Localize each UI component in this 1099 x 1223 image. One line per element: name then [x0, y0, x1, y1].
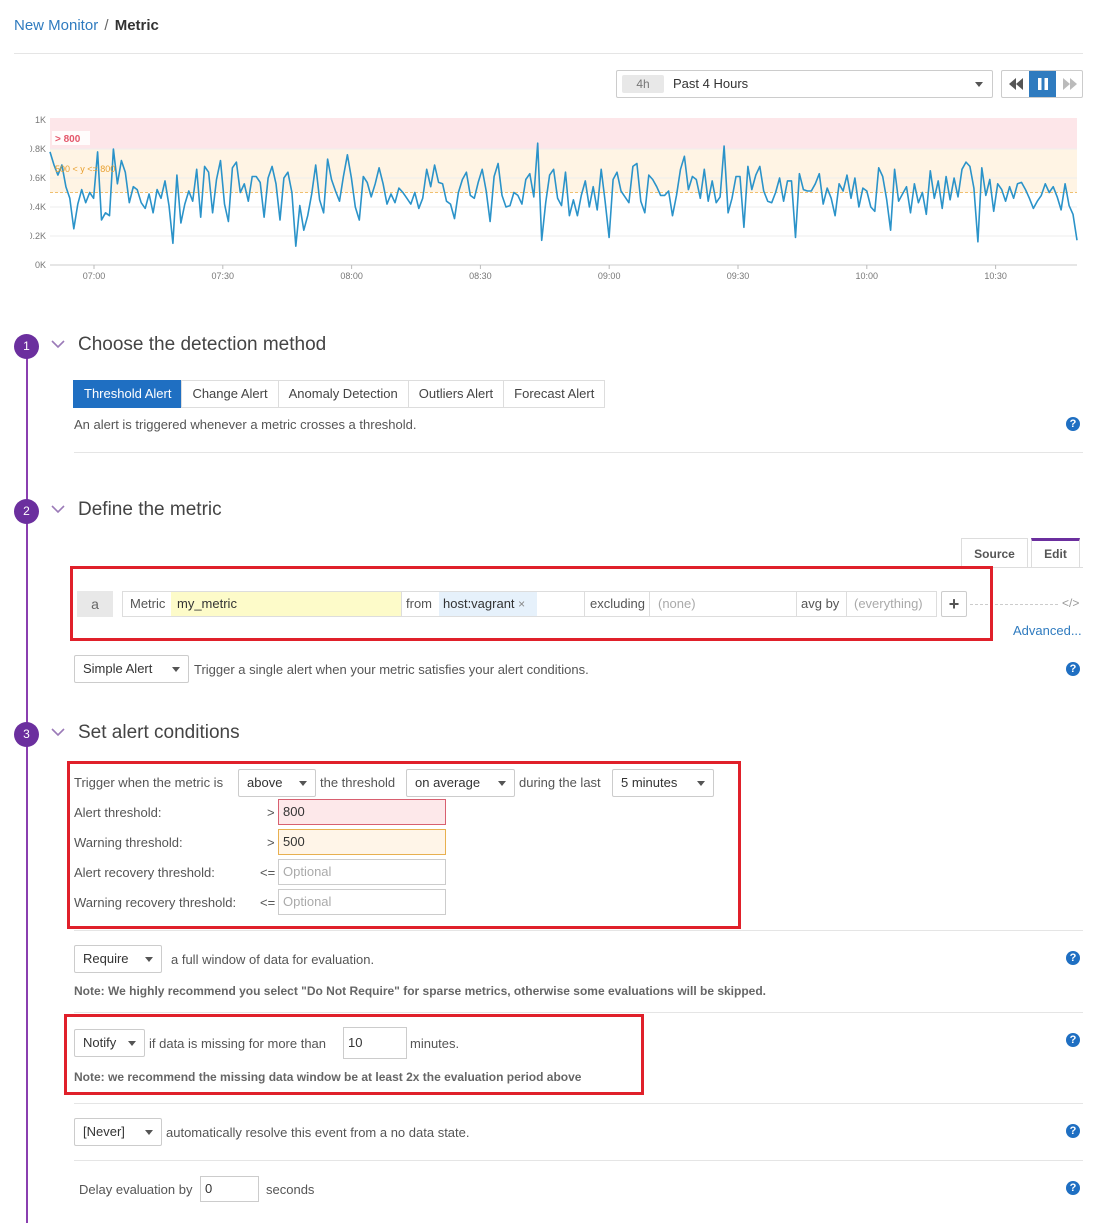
time-range-label: Past 4 Hours: [673, 76, 749, 91]
x-tick-label: 08:30: [469, 271, 492, 281]
step-1-badge: 1: [14, 334, 39, 359]
tab-anomaly-detection[interactable]: Anomaly Detection: [277, 380, 409, 408]
detection-method-description: An alert is triggered whenever a metric …: [74, 417, 417, 432]
require-data-select[interactable]: Require: [74, 945, 162, 973]
highlight-box-conditions: [67, 761, 741, 929]
alert-type-description: Trigger a single alert when your metric …: [194, 662, 589, 677]
delay-label: Delay evaluation by: [79, 1182, 193, 1197]
y-tick-label: 0K: [35, 260, 46, 270]
chevron-down-icon: [975, 82, 983, 87]
breadcrumb-link-new-monitor[interactable]: New Monitor: [14, 17, 98, 34]
alert-threshold-band: [50, 118, 1077, 149]
advanced-link[interactable]: Advanced...: [1013, 623, 1082, 638]
pause-button[interactable]: [1029, 71, 1056, 97]
delay-unit: seconds: [266, 1182, 315, 1197]
alert-type-select[interactable]: Simple Alert: [74, 655, 189, 683]
metric-chart: 1K 0.8K 0.6K 0.4K 0.2K 0K 07:00 07:30 08:00 08:30…: [30, 115, 1078, 281]
help-icon[interactable]: ?: [1066, 417, 1080, 431]
rewind-icon: [1008, 78, 1023, 90]
delay-seconds-input[interactable]: 0: [200, 1176, 259, 1202]
tab-forecast-alert[interactable]: Forecast Alert: [503, 380, 606, 408]
help-icon[interactable]: ?: [1066, 1033, 1080, 1047]
y-tick-label: 1K: [35, 115, 46, 125]
require-data-description: a full window of data for evaluation.: [171, 952, 375, 967]
code-icon[interactable]: </>: [1062, 596, 1079, 610]
highlight-box-metric: [70, 566, 993, 641]
header-divider: [14, 53, 1083, 54]
step-2-badge: 2: [14, 499, 39, 524]
help-icon[interactable]: ?: [1066, 1124, 1080, 1138]
time-range-badge: 4h: [622, 75, 664, 93]
divider: [74, 930, 1083, 931]
help-icon[interactable]: ?: [1066, 662, 1080, 676]
divider: [74, 1103, 1083, 1104]
warning-threshold-label: 500 < y <= 800: [55, 164, 115, 174]
auto-resolve-select[interactable]: [Never]: [74, 1118, 162, 1146]
pause-icon: [1037, 78, 1048, 90]
y-tick-label: 0.4K: [30, 202, 46, 212]
chevron-down-icon: [172, 667, 180, 672]
divider: [74, 1012, 1083, 1013]
y-tick-label: 0.2K: [30, 231, 46, 241]
step-2-title: Define the metric: [78, 499, 222, 520]
time-range-select[interactable]: 4h Past 4 Hours: [616, 70, 993, 98]
auto-resolve-value: [Never]: [83, 1124, 125, 1139]
chevron-down-icon[interactable]: [51, 336, 65, 352]
step-3-title: Set alert conditions: [78, 722, 240, 743]
chevron-down-icon: [145, 1130, 153, 1135]
require-data-value: Require: [83, 951, 129, 966]
breadcrumb-separator: /: [104, 17, 109, 34]
help-icon[interactable]: ?: [1066, 951, 1080, 965]
step-3-badge: 3: [14, 722, 39, 747]
step-1-title: Choose the detection method: [78, 334, 327, 355]
fast-forward-icon: [1062, 78, 1077, 90]
divider: [74, 452, 1083, 453]
divider: [74, 1160, 1083, 1161]
breadcrumb: New Monitor / Metric: [14, 17, 159, 34]
x-tick-label: 07:00: [83, 271, 106, 281]
highlight-box-notify: [64, 1014, 644, 1095]
tab-threshold-alert[interactable]: Threshold Alert: [73, 380, 183, 408]
rewind-button[interactable]: [1002, 71, 1029, 97]
tab-outliers-alert[interactable]: Outliers Alert: [407, 380, 505, 408]
y-tick-label: 0.6K: [30, 173, 46, 183]
time-playback-controls: [1001, 70, 1083, 98]
help-icon[interactable]: ?: [1066, 1181, 1080, 1195]
tab-edit[interactable]: Edit: [1031, 538, 1080, 568]
x-tick-label: 10:30: [984, 271, 1007, 281]
detection-method-tabs: Threshold Alert Change Alert Anomaly Det…: [73, 380, 606, 408]
breadcrumb-current: Metric: [114, 17, 159, 34]
chevron-down-icon[interactable]: [51, 501, 65, 517]
x-tick-label: 09:30: [727, 271, 750, 281]
chevron-down-icon[interactable]: [51, 724, 65, 740]
auto-resolve-description: automatically resolve this event from a …: [166, 1125, 470, 1140]
require-data-note: Note: We highly recommend you select "Do…: [74, 984, 767, 998]
tab-change-alert[interactable]: Change Alert: [181, 380, 279, 408]
tab-source[interactable]: Source: [961, 538, 1028, 568]
alert-threshold-label: > 800: [55, 134, 81, 145]
fast-forward-button[interactable]: [1056, 71, 1083, 97]
alert-type-value: Simple Alert: [83, 661, 153, 676]
steps-timeline: [26, 347, 28, 1223]
x-tick-label: 07:30: [212, 271, 235, 281]
chevron-down-icon: [145, 957, 153, 962]
x-tick-label: 08:00: [340, 271, 363, 281]
x-tick-label: 10:00: [856, 271, 879, 281]
x-tick-label: 09:00: [598, 271, 621, 281]
y-tick-label: 0.8K: [30, 144, 46, 154]
